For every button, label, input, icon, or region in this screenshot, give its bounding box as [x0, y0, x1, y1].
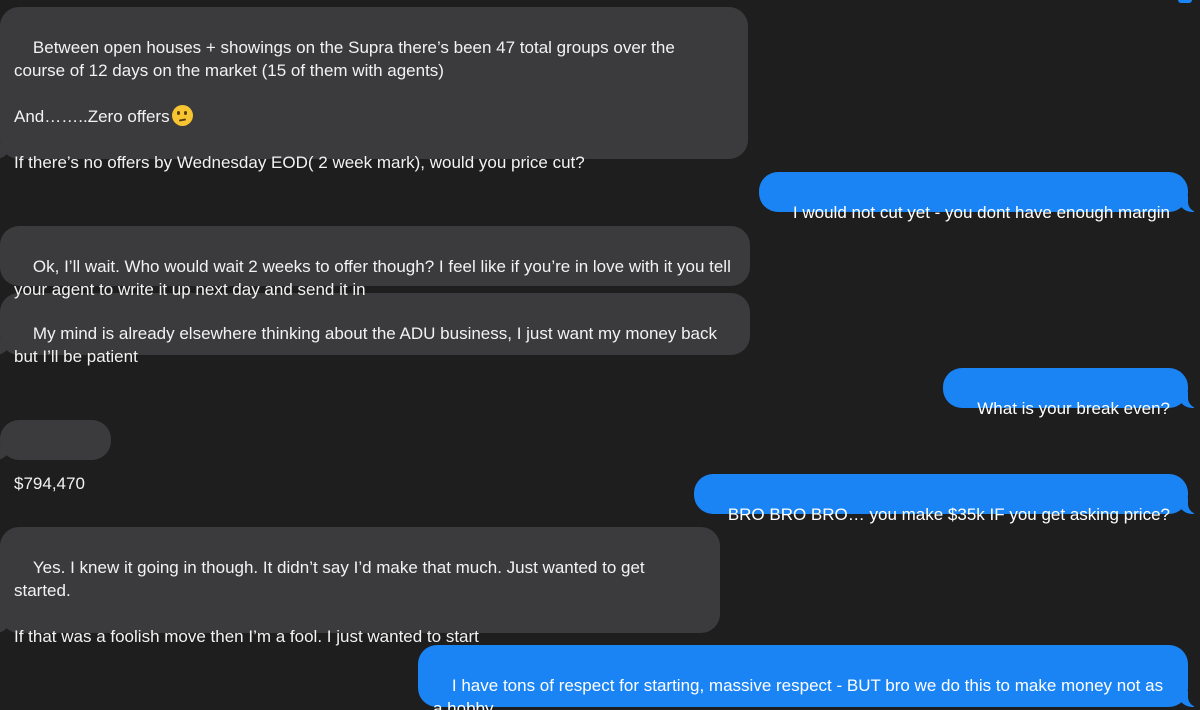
previous-outgoing-bubble-edge	[1178, 0, 1192, 3]
incoming-message[interactable]: $794,470	[0, 420, 111, 493]
incoming-message[interactable]: Between open houses + showings on the Su…	[0, 7, 748, 172]
outgoing-message[interactable]: What is your break even?	[943, 368, 1200, 418]
message-thread: Between open houses + showings on the Su…	[0, 0, 1200, 710]
thinking-face-emoji-icon	[171, 105, 193, 126]
incoming-message[interactable]: Ok, I’ll wait. Who would wait 2 weeks to…	[0, 226, 750, 299]
outgoing-message[interactable]: I would not cut yet - you dont have enou…	[759, 172, 1200, 222]
message-text: Between open houses + showings on the Su…	[14, 38, 675, 126]
incoming-message[interactable]: Yes. I knew it going in though. It didn’…	[0, 527, 720, 646]
message-text: $794,470	[14, 474, 85, 493]
outgoing-message[interactable]: BRO BRO BRO… you make $35k IF you get as…	[693, 474, 1200, 524]
incoming-message[interactable]: My mind is already elsewhere thinking ab…	[0, 293, 750, 366]
message-text: My mind is already elsewhere thinking ab…	[14, 324, 722, 366]
message-text: Yes. I knew it going in though. It didn’…	[14, 558, 645, 646]
message-text: BRO BRO BRO… you make $35k IF you get as…	[727, 505, 1170, 524]
message-text: I would not cut yet - you dont have enou…	[792, 203, 1170, 222]
message-text-continued: If there’s no offers by Wednesday EOD( 2…	[14, 153, 585, 172]
message-text: I have tons of respect for starting, mas…	[433, 676, 1168, 710]
outgoing-message[interactable]: I have tons of respect for starting, mas…	[418, 645, 1200, 710]
message-text: What is your break even?	[977, 399, 1170, 418]
